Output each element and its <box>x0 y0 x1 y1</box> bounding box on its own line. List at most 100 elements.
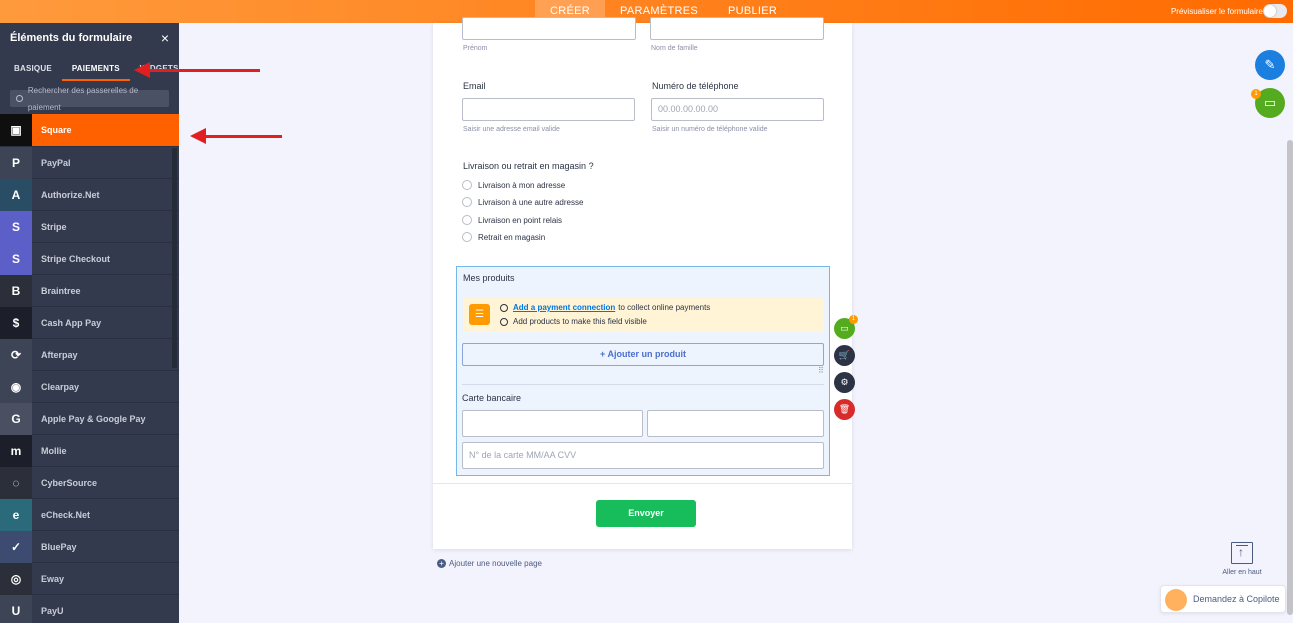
stripe-checkout-logo-icon: S <box>0 242 32 275</box>
gateway-item[interactable]: ◉ Clearpay <box>0 370 179 403</box>
drag-handle-icon[interactable]: ⠿ <box>818 366 824 375</box>
sidebar-scrollbar[interactable] <box>172 148 177 368</box>
braintree-logo-icon: B <box>0 274 32 307</box>
add-payment-connection-link[interactable]: Add a payment connection <box>513 303 615 312</box>
preview-toggle[interactable] <box>1263 4 1287 18</box>
copilot-avatar <box>1165 589 1187 611</box>
trash-icon[interactable]: 🗑 <box>834 399 855 420</box>
gateway-item[interactable]: ◌ CyberSource <box>0 466 179 499</box>
go-to-top-label: Aller en haut <box>1222 569 1262 576</box>
gateway-item[interactable]: P PayPal <box>0 146 179 179</box>
radio-circle[interactable] <box>462 180 472 190</box>
go-to-top-button[interactable]: Aller en haut <box>1222 542 1262 576</box>
products-divider <box>462 384 824 385</box>
gateway-item[interactable]: e eCheck.Net <box>0 498 179 531</box>
gateway-item[interactable]: ◎ Eway <box>0 562 179 595</box>
delivery-option-label: Livraison à une autre adresse <box>478 197 584 207</box>
copilot-button[interactable]: Demandez à Copilote <box>1160 585 1286 613</box>
tab-payments[interactable]: PAIEMENTS <box>61 53 130 81</box>
search-icon <box>16 95 23 102</box>
copilot-label: Demandez à Copilote <box>1193 594 1280 604</box>
gateway-label: eCheck.Net <box>41 509 91 520</box>
phone-label: Numéro de téléphone <box>652 81 739 91</box>
gateway-item[interactable]: ▣ Square <box>0 114 179 147</box>
first-name-field[interactable] <box>462 17 636 40</box>
sidebar-tabs: BASIQUE PAIEMENTS WIDGETS <box>0 53 179 81</box>
gear-icon[interactable]: ⚙ <box>834 372 855 393</box>
gateway-list: ▣ Square P PayPal A Authorize.Net S Stripe S Stri… <box>0 114 179 623</box>
gateway-search-input[interactable]: Rechercher des passerelles de paiement <box>10 86 169 112</box>
first-name-sublabel: Prénom <box>463 45 488 52</box>
cardholder-last-name-field[interactable] <box>647 410 824 437</box>
gateway-item[interactable]: m Mollie <box>0 434 179 467</box>
radio-circle[interactable] <box>462 215 472 225</box>
delivery-question: Livraison ou retrait en magasin ? <box>463 161 594 171</box>
gateway-item[interactable]: S Stripe <box>0 210 179 243</box>
gateway-item[interactable]: ✓ BluePay <box>0 530 179 563</box>
form-divider <box>433 483 852 484</box>
annotation-arrow-widgets <box>134 62 260 78</box>
authorize-net-logo-icon: A <box>0 178 32 211</box>
email-label: Email <box>463 81 486 91</box>
banner-line-2: Add products to make this field visible <box>500 317 647 326</box>
gateway-item[interactable]: U PayU <box>0 594 179 623</box>
delivery-option[interactable]: Livraison à mon adresse <box>462 180 565 190</box>
cardholder-first-name-field[interactable] <box>462 410 643 437</box>
clearpay-logo-icon: ◉ <box>0 370 32 403</box>
radio-circle-icon <box>500 303 508 312</box>
last-name-sublabel: Nom de famille <box>651 45 698 52</box>
paint-roller-icon[interactable]: ✎ <box>1255 50 1285 80</box>
add-page-label: Ajouter une nouvelle page <box>449 559 542 568</box>
gateway-label: PayU <box>41 605 64 616</box>
paypal-logo-icon: P <box>0 146 32 179</box>
preview-label: Prévisualiser le formulaire <box>1170 7 1263 16</box>
radio-circle[interactable] <box>462 232 472 242</box>
gateway-label: Clearpay <box>41 381 80 392</box>
banner-text-1: to collect online payments <box>618 303 711 312</box>
cash-app-logo-icon: $ <box>0 306 32 339</box>
delivery-option[interactable]: Retrait en magasin <box>462 232 545 242</box>
radio-circle[interactable] <box>462 197 472 207</box>
tool-badge: 1 <box>849 315 858 324</box>
submit-button[interactable]: Envoyer <box>596 500 696 527</box>
card-number-field[interactable]: N° de la carte MM/AA CVV <box>462 442 824 469</box>
delivery-option-label: Retrait en magasin <box>478 232 546 242</box>
gateway-label: Eway <box>41 573 65 584</box>
gateway-label: CyberSource <box>41 477 98 488</box>
stripe-logo-icon: S <box>0 210 32 243</box>
gateway-item[interactable]: S Stripe Checkout <box>0 242 179 275</box>
phone-field[interactable]: 00.00.00.00.00 <box>651 98 824 121</box>
page-scrollbar[interactable] <box>1287 140 1293 615</box>
gateway-label: Braintree <box>41 285 81 296</box>
delivery-option-label: Livraison en point relais <box>478 215 563 225</box>
banner-text-2: Add products to make this field visible <box>513 317 647 326</box>
gateway-label: Apple Pay & Google Pay <box>41 413 146 424</box>
payment-badge: 1 <box>1251 89 1261 99</box>
delivery-option[interactable]: Livraison en point relais <box>462 215 562 225</box>
annotation-arrow-square <box>190 128 282 144</box>
delivery-option[interactable]: Livraison à une autre adresse <box>462 197 583 207</box>
plus-icon: + <box>437 559 446 568</box>
cart-icon[interactable]: 🛒 <box>834 345 855 366</box>
gateway-item[interactable]: ⟳ Afterpay <box>0 338 179 371</box>
cybersource-logo-icon: ◌ <box>0 466 32 499</box>
radio-circle-icon <box>500 317 508 326</box>
gateway-label: Square <box>41 125 72 135</box>
add-product-button[interactable]: + Ajouter un produit <box>462 343 824 366</box>
card-label: Carte bancaire <box>462 393 522 403</box>
mollie-logo-icon: m <box>0 434 32 467</box>
email-field[interactable] <box>462 98 635 121</box>
last-name-field[interactable] <box>650 17 824 40</box>
delivery-option-label: Livraison à mon adresse <box>478 180 566 190</box>
add-page-link[interactable]: + Ajouter une nouvelle page <box>437 559 542 568</box>
gateway-item[interactable]: A Authorize.Net <box>0 178 179 211</box>
tab-basic[interactable]: BASIQUE <box>4 53 62 81</box>
gateway-label: BluePay <box>41 541 77 552</box>
square-logo-icon: ▣ <box>0 114 32 146</box>
gateway-label: Afterpay <box>41 349 78 360</box>
gateway-item[interactable]: B Braintree <box>0 274 179 307</box>
search-placeholder: Rechercher des passerelles de paiement <box>27 85 139 112</box>
gateway-item[interactable]: G Apple Pay & Google Pay <box>0 402 179 435</box>
gateway-item[interactable]: $ Cash App Pay <box>0 306 179 339</box>
close-icon[interactable]: × <box>161 30 169 46</box>
